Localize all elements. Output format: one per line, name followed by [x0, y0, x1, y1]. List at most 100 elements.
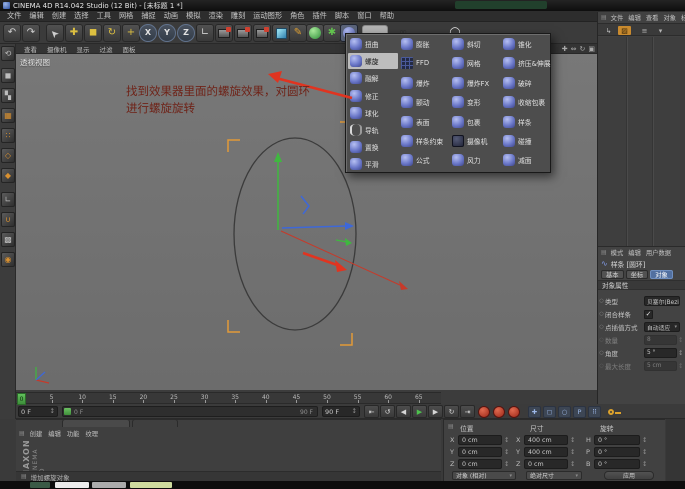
timeline-ruler[interactable]: 0 5 10 15 20 25 30 35 40 45 50 55 60 65 — [16, 392, 441, 405]
end-frame-field[interactable]: 90 F ↕ — [322, 406, 360, 417]
panel-tab-2[interactable] — [132, 419, 178, 427]
autokey-button[interactable] — [493, 406, 505, 418]
edges-mode-icon[interactable]: ◇ — [1, 148, 15, 163]
object-manager-menu-item[interactable]: 对象 — [661, 13, 678, 22]
mograph-icon[interactable]: ✱ — [323, 24, 341, 42]
om-layers-icon[interactable]: ≡ — [638, 26, 651, 35]
pan-view-icon[interactable]: ✚ — [562, 45, 568, 53]
next-frame-button[interactable]: ▶ — [428, 405, 443, 418]
menu-item-smoothing[interactable]: 平滑 — [348, 156, 398, 172]
viewport-menu-item[interactable]: 摄像机 — [43, 44, 71, 54]
viewport-menu-item[interactable]: 面板 — [119, 44, 140, 54]
previous-frame-button[interactable]: ◀ — [396, 405, 411, 418]
z-axis-handle[interactable] — [280, 230, 403, 287]
menu-item-squash-stretch[interactable]: 挤压&伸展 — [501, 55, 551, 71]
coordinate-system-icon[interactable]: ∟ — [196, 24, 214, 42]
menu-item-shrink-wrap[interactable]: 收缩包裹 — [501, 94, 551, 110]
stepper-icon[interactable]: ↕ — [352, 408, 357, 415]
om-search-icon[interactable]: ▾ — [654, 26, 667, 35]
menubar-item[interactable]: 动画 — [160, 11, 182, 21]
menubar-item[interactable]: 脚本 — [331, 11, 353, 21]
add-cube-icon[interactable] — [272, 24, 290, 42]
menu-item-collision[interactable]: 碰撞 — [501, 133, 551, 149]
undo-icon[interactable]: ↶ — [3, 24, 21, 42]
live-selection-icon[interactable]: ➤ — [46, 24, 64, 42]
tab-坐标[interactable]: 坐标 — [625, 270, 649, 279]
coords-space-dropdown[interactable]: 对象 (相对) ▾ — [452, 471, 516, 480]
zoom-view-icon[interactable]: ⇔ — [571, 45, 577, 53]
points-mode-icon[interactable]: ∷ — [1, 128, 15, 143]
viewport-menu-item[interactable]: 显示 — [73, 44, 94, 54]
menu-item-explosion-fx[interactable]: 爆炸FX — [450, 75, 500, 91]
menubar-item[interactable]: 选择 — [70, 11, 92, 21]
field-数量[interactable]: 8 — [644, 335, 677, 345]
field-最大长度[interactable]: 5 cm — [644, 361, 677, 371]
object-manager-menu-item[interactable]: 文件 — [609, 13, 626, 22]
menu-item-spline-deformer[interactable]: 样条 — [501, 114, 551, 130]
last-tool-icon[interactable]: + — [122, 24, 140, 42]
menubar-item[interactable]: 文件 — [3, 11, 25, 21]
snap-icon[interactable]: ∪ — [1, 212, 15, 227]
stepper-icon[interactable]: ↕ — [678, 337, 683, 344]
stepper-icon[interactable]: ↕ — [570, 436, 575, 444]
stepper-icon[interactable]: ↕ — [642, 460, 647, 468]
x-axis-handle[interactable] — [281, 225, 347, 229]
viewport-menu-item[interactable]: 过滤 — [96, 44, 117, 54]
rotate-tool-icon[interactable]: ↻ — [103, 24, 121, 42]
toggle-rotation-button[interactable]: ○ — [558, 406, 571, 418]
dropdown-点插值方式[interactable]: 自动适应 ▾ — [644, 322, 680, 332]
menu-item-spherify[interactable]: 球化 — [348, 105, 398, 121]
menu-item-shatter[interactable]: 破碎 — [501, 75, 551, 91]
panel-tab-1[interactable] — [62, 419, 130, 427]
menu-item-melt[interactable]: 融解 — [348, 70, 398, 86]
record-options-button[interactable] — [508, 406, 520, 418]
menubar-item[interactable]: 创建 — [48, 11, 70, 21]
menubar-item[interactable]: 捕捉 — [137, 11, 159, 21]
menu-item-shear[interactable]: 斜切 — [450, 36, 500, 52]
stepper-icon[interactable]: ↕ — [570, 460, 575, 468]
menu-item-surface[interactable]: 表面 — [399, 114, 449, 130]
menu-item-wrap[interactable]: 包裹 — [450, 114, 500, 130]
play-backwards-button[interactable]: ↺ — [380, 405, 395, 418]
coord-field[interactable]: 0 ° — [594, 447, 640, 457]
menu-item-formula[interactable]: 公式 — [399, 152, 449, 168]
menubar-item[interactable]: 雕刻 — [227, 11, 249, 21]
menubar-item[interactable]: 插件 — [308, 11, 330, 21]
coord-field[interactable]: 0 ° — [594, 459, 640, 469]
stepper-icon[interactable]: ↕ — [504, 448, 509, 456]
menu-item-bulge[interactable]: 膨胀 — [399, 36, 449, 52]
play-forward-button[interactable]: ▶ — [412, 405, 427, 418]
tab-对象[interactable]: 对象 — [650, 270, 673, 279]
goto-end-button[interactable]: ⇥ — [460, 405, 475, 418]
spline-pen-icon[interactable]: ✎ — [289, 24, 307, 42]
menubar-item[interactable]: 渲染 — [205, 11, 227, 21]
scale-tool-icon[interactable]: ◼ — [84, 24, 102, 42]
menu-item-twist[interactable]: 螺旋 — [348, 53, 398, 69]
materials-menu-item[interactable]: 编辑 — [46, 429, 63, 438]
tab-基本[interactable]: 基本 — [601, 270, 624, 279]
menubar-item[interactable]: 帮助 — [376, 11, 398, 21]
apply-button[interactable]: 应用 — [604, 471, 654, 480]
axis-mode-icon[interactable]: ∟ — [1, 192, 15, 207]
stepper-icon[interactable]: ↕ — [678, 350, 683, 357]
object-manager-menu-item[interactable]: 编辑 — [626, 13, 643, 22]
checkbox-闭合样条[interactable]: ✓ — [644, 309, 653, 319]
toggle-parameter-button[interactable]: P — [573, 406, 586, 418]
make-editable-icon[interactable]: ⟲ — [1, 46, 15, 61]
menubar-item[interactable]: 运动图形 — [249, 11, 286, 21]
object-manager-menu-item[interactable]: 查看 — [644, 13, 661, 22]
menu-item-displacer[interactable]: 置换 — [348, 139, 398, 155]
coords-size-dropdown[interactable]: 绝对尺寸 ▾ — [526, 471, 582, 480]
materials-menu-item[interactable]: 创建 — [28, 429, 45, 438]
menubar-item[interactable]: 角色 — [286, 11, 308, 21]
record-keyframe-button[interactable] — [478, 406, 490, 418]
menu-item-correction[interactable]: 修正 — [348, 88, 398, 104]
toggle-position-button[interactable]: ✚ — [528, 406, 541, 418]
range-slider-thumb[interactable] — [64, 408, 71, 415]
model-mode-icon[interactable]: ◼ — [1, 68, 15, 83]
coord-field[interactable]: 0 ° — [594, 435, 640, 445]
workplane-mode-icon[interactable]: ▦ — [1, 108, 15, 123]
menu-item-explosion[interactable]: 爆炸 — [399, 75, 449, 91]
menu-item-wind[interactable]: 风力 — [450, 152, 500, 168]
menu-item-camera[interactable]: 摄像机 — [450, 133, 500, 149]
